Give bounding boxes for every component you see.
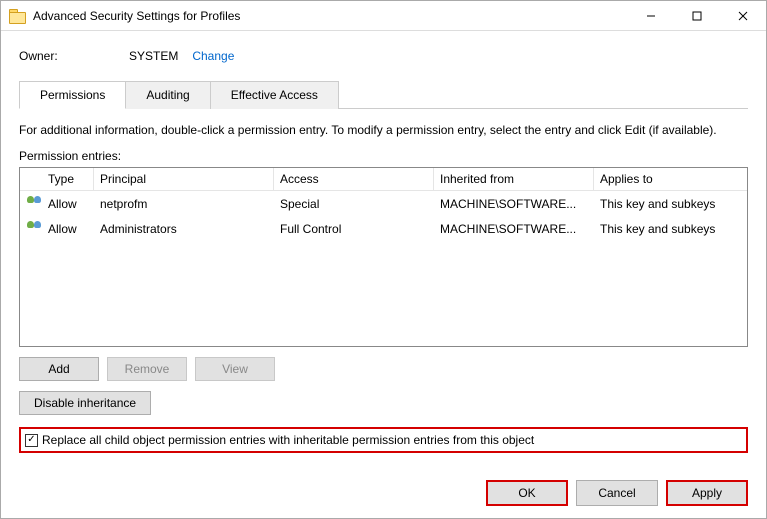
col-applies-header[interactable]: Applies to bbox=[594, 168, 747, 190]
view-button[interactable]: View bbox=[195, 357, 275, 381]
col-type-header[interactable]: Type bbox=[42, 168, 94, 190]
cell-applies: This key and subkeys bbox=[594, 195, 747, 213]
close-button[interactable] bbox=[720, 1, 766, 30]
change-owner-link[interactable]: Change bbox=[192, 49, 234, 63]
col-inherited-header[interactable]: Inherited from bbox=[434, 168, 594, 190]
col-icon-header[interactable] bbox=[20, 168, 42, 190]
cell-applies: This key and subkeys bbox=[594, 220, 747, 238]
cell-principal: Administrators bbox=[94, 220, 274, 238]
tab-permissions[interactable]: Permissions bbox=[19, 81, 126, 109]
col-access-header[interactable]: Access bbox=[274, 168, 434, 190]
users-icon bbox=[26, 195, 44, 209]
cell-principal: netprofm bbox=[94, 195, 274, 213]
owner-row: Owner: SYSTEM Change bbox=[19, 49, 748, 63]
tab-effective-access[interactable]: Effective Access bbox=[210, 81, 339, 109]
dialog-footer: OK Cancel Apply bbox=[19, 466, 748, 506]
maximize-button[interactable] bbox=[674, 1, 720, 30]
cell-type: Allow bbox=[42, 195, 94, 213]
replace-children-checkbox[interactable]: ✓ bbox=[25, 434, 38, 447]
tab-strip: Permissions Auditing Effective Access bbox=[19, 81, 748, 109]
col-principal-header[interactable]: Principal bbox=[94, 168, 274, 190]
tab-auditing[interactable]: Auditing bbox=[125, 81, 210, 109]
maximize-icon bbox=[692, 11, 702, 21]
inheritance-row: Disable inheritance bbox=[19, 391, 748, 415]
cell-inherited: MACHINE\SOFTWARE... bbox=[434, 195, 594, 213]
minimize-icon bbox=[646, 11, 656, 21]
add-button[interactable]: Add bbox=[19, 357, 99, 381]
table-row[interactable]: Allow Administrators Full Control MACHIN… bbox=[20, 216, 747, 241]
cell-inherited: MACHINE\SOFTWARE... bbox=[434, 220, 594, 238]
ok-button[interactable]: OK bbox=[486, 480, 568, 506]
owner-value: SYSTEM bbox=[129, 49, 178, 63]
row-icon bbox=[20, 218, 42, 239]
cell-access: Full Control bbox=[274, 220, 434, 238]
close-icon bbox=[738, 11, 748, 21]
window-controls bbox=[628, 1, 766, 30]
table-row[interactable]: Allow netprofm Special MACHINE\SOFTWARE.… bbox=[20, 191, 747, 216]
cell-access: Special bbox=[274, 195, 434, 213]
row-icon bbox=[20, 193, 42, 214]
table-header: Type Principal Access Inherited from App… bbox=[20, 168, 747, 191]
permission-table: Type Principal Access Inherited from App… bbox=[19, 167, 748, 347]
cell-type: Allow bbox=[42, 220, 94, 238]
cancel-button[interactable]: Cancel bbox=[576, 480, 658, 506]
minimize-button[interactable] bbox=[628, 1, 674, 30]
disable-inheritance-button[interactable]: Disable inheritance bbox=[19, 391, 151, 415]
users-icon bbox=[26, 220, 44, 234]
security-settings-window: Advanced Security Settings for Profiles … bbox=[0, 0, 767, 519]
replace-children-label: Replace all child object permission entr… bbox=[42, 433, 534, 447]
info-text: For additional information, double-click… bbox=[19, 123, 748, 137]
table-body: Allow netprofm Special MACHINE\SOFTWARE.… bbox=[20, 191, 747, 241]
apply-button[interactable]: Apply bbox=[666, 480, 748, 506]
window-title: Advanced Security Settings for Profiles bbox=[33, 9, 628, 23]
owner-label: Owner: bbox=[19, 49, 129, 63]
replace-children-row: ✓ Replace all child object permission en… bbox=[19, 427, 748, 453]
content-area: Owner: SYSTEM Change Permissions Auditin… bbox=[1, 31, 766, 518]
permission-entries-label: Permission entries: bbox=[19, 149, 748, 163]
entry-buttons: Add Remove View bbox=[19, 357, 748, 381]
check-icon: ✓ bbox=[27, 435, 35, 445]
titlebar: Advanced Security Settings for Profiles bbox=[1, 1, 766, 31]
remove-button[interactable]: Remove bbox=[107, 357, 187, 381]
folder-icon bbox=[9, 9, 25, 22]
